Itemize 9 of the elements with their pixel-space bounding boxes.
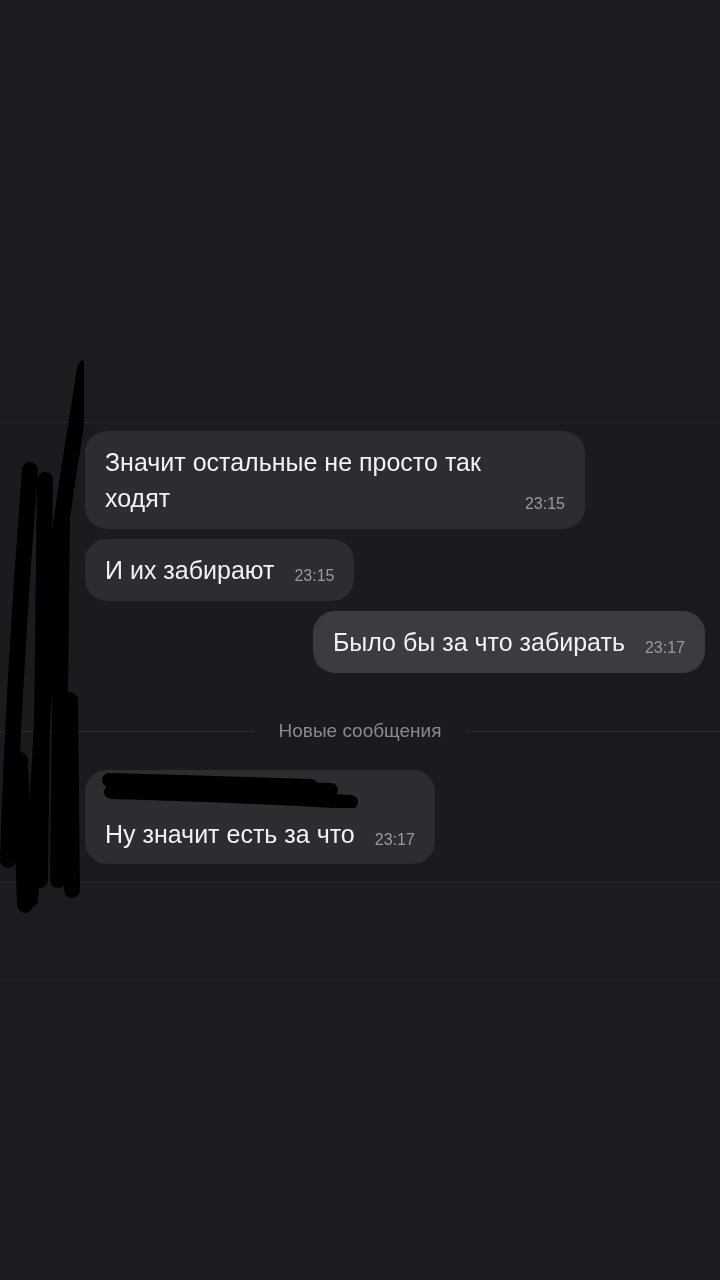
message-text: Было бы за что забирать — [332, 627, 625, 658]
message-text: И их забирают — [105, 555, 275, 586]
message-time: 23:17 — [644, 638, 685, 658]
message-time: 23:15 — [524, 494, 565, 514]
new-messages-divider: Новые сообщения — [278, 719, 442, 743]
message-time: 23:17 — [374, 829, 415, 850]
message-text: Значит остальные не просто так ходят — [105, 447, 482, 514]
message-time: 23:15 — [294, 566, 335, 586]
message-text: Ну значит есть за что — [105, 818, 355, 850]
